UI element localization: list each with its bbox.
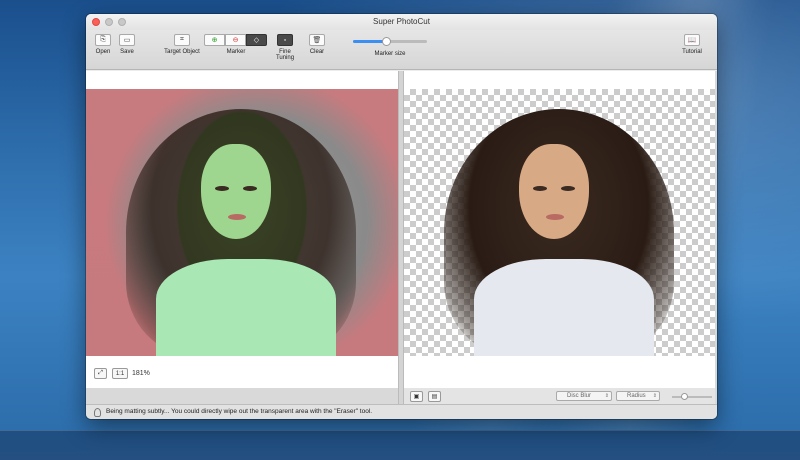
face-region [201,144,271,239]
source-image-canvas[interactable] [86,89,398,356]
shirt-region [156,259,336,356]
zoom-level: 181% [132,370,150,377]
save-label: Save [120,49,134,55]
window-controls [92,18,126,26]
minimize-window-button[interactable] [105,18,113,26]
marker-tool-group: ⊕ ⊖ ◇ Marker [204,34,268,55]
marker-segmented-control: ⊕ ⊖ ◇ [204,34,268,46]
eraser-icon[interactable]: ◇ [246,34,267,46]
toolbar: ⎘ Open ▭ Save ⌗ Target Object ⊕ ⊖ ◇ Mark… [86,30,717,70]
lips [228,214,246,220]
fine-tuning-label: Fine Tuning [275,49,295,61]
source-pane-footer: ⤢ 1:1 181% [86,361,398,388]
radius-slider[interactable] [672,393,712,400]
result-eye-right [561,186,575,191]
chevron-updown-icon: ⇕ [652,393,657,399]
tutorial-label: Tutorial [682,49,702,55]
open-button[interactable]: ⎘ Open [94,34,112,55]
blur-type-select[interactable]: Disc Blur ⇕ [556,391,612,401]
result-image-canvas[interactable] [404,89,715,356]
save-icon: ▭ [119,34,135,46]
eye-right [243,186,257,191]
radius-slider-knob[interactable] [681,393,688,400]
background-image-icon[interactable]: ▤ [428,391,441,402]
marker-size-fill [353,40,387,43]
marker-size-label: Marker size [374,51,406,57]
fine-tuning-icon: ▫ [277,34,293,46]
close-window-button[interactable] [92,18,100,26]
result-face-region [519,144,589,239]
fit-to-window-icon[interactable]: ⤢ [94,368,107,379]
target-object-icon: ⌗ [174,34,190,46]
marker-size-slider[interactable] [353,37,427,46]
save-button[interactable]: ▭ Save [118,34,136,55]
status-message: Being matting subtly... You could direct… [106,408,373,415]
background-marker-icon[interactable]: ⊖ [225,34,246,46]
desktop-dock-area [0,430,800,460]
open-label: Open [95,49,111,55]
actual-size-button[interactable]: 1:1 [112,368,128,379]
result-shirt-region [474,259,654,356]
clear-label: Clear [309,49,325,55]
workspace: ⤢ 1:1 181% ▣ ▤ Disc Blur ⇕ Radius ⇕ [86,71,717,404]
result-pane-footer: ▣ ▤ Disc Blur ⇕ Radius ⇕ [404,388,715,404]
tutorial-button[interactable]: 📖 Tutorial [680,34,704,55]
trash-icon: 🗑 [309,34,325,46]
source-canvas-pane: ⤢ 1:1 181% [86,71,398,388]
book-icon: 📖 [684,34,700,46]
marker-size-control: Marker size [353,36,427,57]
result-canvas-pane [404,71,715,388]
lightbulb-icon [94,408,101,417]
marker-label: Marker [226,49,246,55]
target-object-label: Target Object [164,49,200,55]
marker-size-knob[interactable] [382,37,392,46]
app-window: Super PhotoCut ⎘ Open ▭ Save ⌗ Target Ob… [86,14,717,419]
result-lips [546,214,564,220]
status-bar: Being matting subtly... You could direct… [86,404,717,419]
foreground-marker-icon[interactable]: ⊕ [204,34,225,46]
chevron-updown-icon: ⇕ [604,393,609,399]
clear-button[interactable]: 🗑 Clear [306,34,328,55]
radius-select[interactable]: Radius ⇕ [616,391,660,401]
window-title: Super PhotoCut [373,17,430,26]
eye-left [215,186,229,191]
target-object-button[interactable]: ⌗ Target Object [164,34,200,55]
fine-tuning-button[interactable]: ▫ Fine Tuning [270,34,300,61]
zoom-window-button[interactable] [118,18,126,26]
result-eye-left [533,186,547,191]
open-icon: ⎘ [95,34,111,46]
title-bar: Super PhotoCut [86,14,717,30]
preview-mode-icon[interactable]: ▣ [410,391,423,402]
radius-value: Radius [627,393,646,399]
blur-type-value: Disc Blur [567,393,592,399]
